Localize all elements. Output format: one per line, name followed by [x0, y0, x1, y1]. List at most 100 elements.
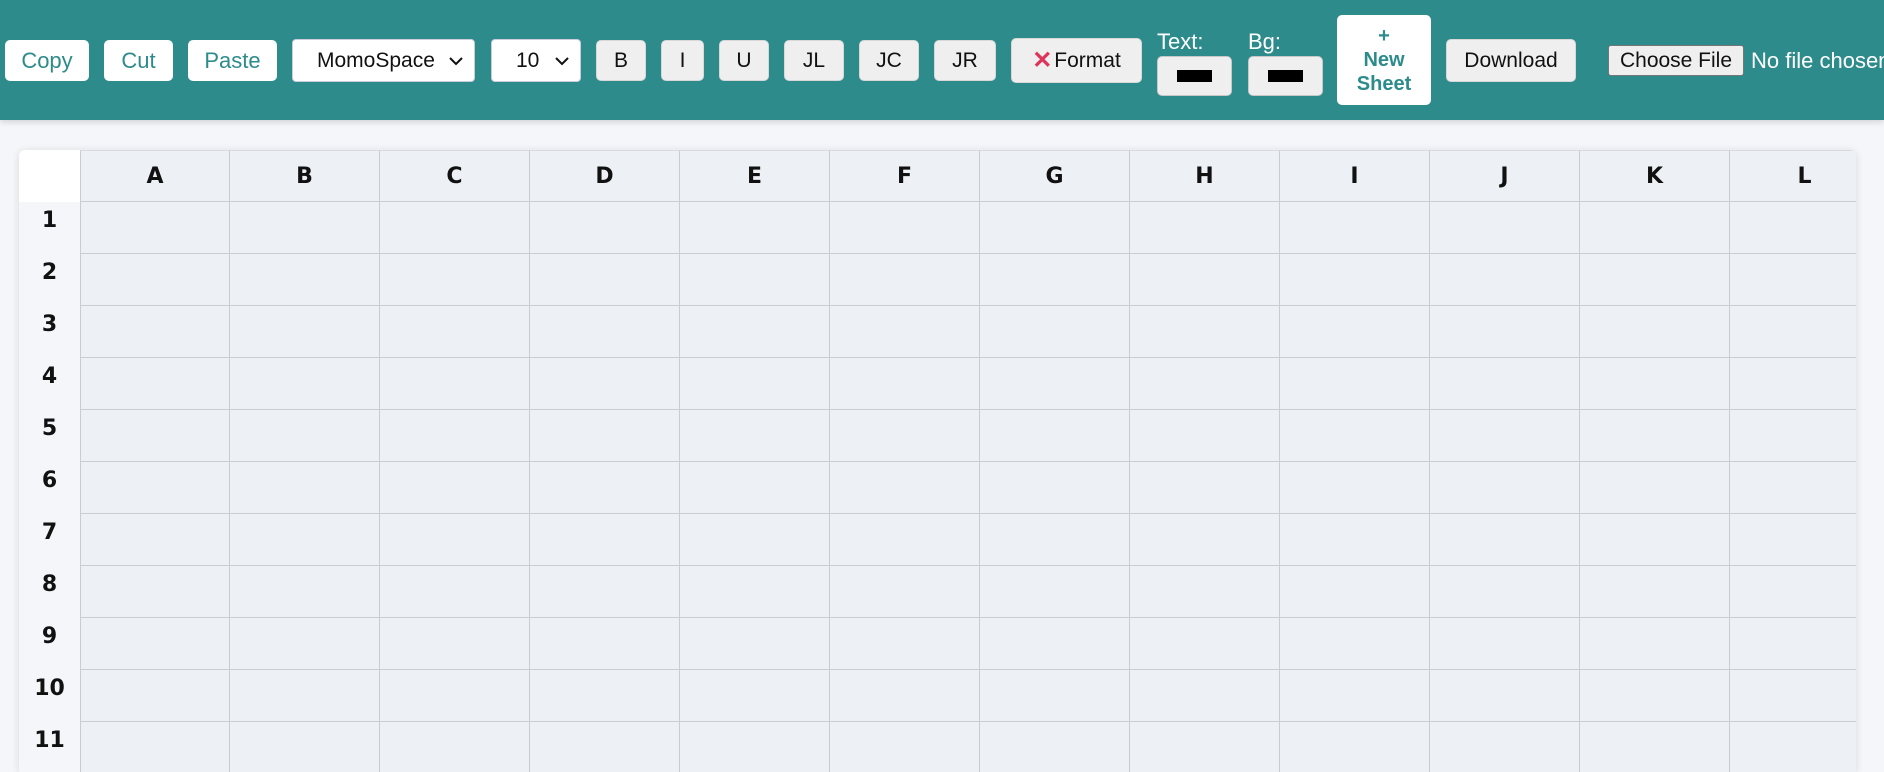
- cell-k4[interactable]: [1580, 358, 1730, 410]
- cell-c4[interactable]: [380, 358, 530, 410]
- cell-a3[interactable]: [80, 306, 230, 358]
- cell-k1[interactable]: [1580, 202, 1730, 254]
- cell-b1[interactable]: [230, 202, 380, 254]
- column-header-c[interactable]: C: [380, 150, 530, 202]
- cell-g11[interactable]: [980, 722, 1130, 772]
- cell-c7[interactable]: [380, 514, 530, 566]
- italic-button[interactable]: I: [661, 40, 704, 81]
- cell-k2[interactable]: [1580, 254, 1730, 306]
- cell-f5[interactable]: [830, 410, 980, 462]
- cell-i5[interactable]: [1280, 410, 1430, 462]
- row-header-11[interactable]: 11: [19, 722, 80, 772]
- cell-d9[interactable]: [530, 618, 680, 670]
- cell-i11[interactable]: [1280, 722, 1430, 772]
- cell-c3[interactable]: [380, 306, 530, 358]
- cell-c9[interactable]: [380, 618, 530, 670]
- cell-d10[interactable]: [530, 670, 680, 722]
- copy-button[interactable]: Copy: [5, 40, 89, 81]
- cell-l3[interactable]: [1730, 306, 1856, 358]
- cell-b11[interactable]: [230, 722, 380, 772]
- cell-a11[interactable]: [80, 722, 230, 772]
- cell-j8[interactable]: [1430, 566, 1580, 618]
- cell-c6[interactable]: [380, 462, 530, 514]
- cell-h2[interactable]: [1130, 254, 1280, 306]
- cell-c8[interactable]: [380, 566, 530, 618]
- cell-g6[interactable]: [980, 462, 1130, 514]
- cell-e1[interactable]: [680, 202, 830, 254]
- cell-b10[interactable]: [230, 670, 380, 722]
- cell-g9[interactable]: [980, 618, 1130, 670]
- cell-l4[interactable]: [1730, 358, 1856, 410]
- cell-c5[interactable]: [380, 410, 530, 462]
- cell-f4[interactable]: [830, 358, 980, 410]
- cell-h11[interactable]: [1130, 722, 1280, 772]
- cell-f6[interactable]: [830, 462, 980, 514]
- cell-j2[interactable]: [1430, 254, 1580, 306]
- cell-d3[interactable]: [530, 306, 680, 358]
- cut-button[interactable]: Cut: [104, 40, 173, 81]
- cell-d7[interactable]: [530, 514, 680, 566]
- cell-c2[interactable]: [380, 254, 530, 306]
- cell-d1[interactable]: [530, 202, 680, 254]
- cell-j11[interactable]: [1430, 722, 1580, 772]
- cell-a8[interactable]: [80, 566, 230, 618]
- cell-g5[interactable]: [980, 410, 1130, 462]
- cell-a4[interactable]: [80, 358, 230, 410]
- font-family-select[interactable]: MomoSpace: [292, 39, 475, 82]
- cell-j10[interactable]: [1430, 670, 1580, 722]
- cell-e5[interactable]: [680, 410, 830, 462]
- cell-h9[interactable]: [1130, 618, 1280, 670]
- cell-l6[interactable]: [1730, 462, 1856, 514]
- cell-k5[interactable]: [1580, 410, 1730, 462]
- cell-h8[interactable]: [1130, 566, 1280, 618]
- cell-e7[interactable]: [680, 514, 830, 566]
- cell-g8[interactable]: [980, 566, 1130, 618]
- bold-button[interactable]: B: [596, 40, 646, 81]
- text-color-picker[interactable]: [1157, 56, 1232, 96]
- clear-format-button[interactable]: ✕ Format: [1011, 38, 1142, 83]
- row-header-6[interactable]: 6: [19, 462, 80, 514]
- cell-a5[interactable]: [80, 410, 230, 462]
- column-header-g[interactable]: G: [980, 150, 1130, 202]
- cell-d6[interactable]: [530, 462, 680, 514]
- cell-i9[interactable]: [1280, 618, 1430, 670]
- cell-k7[interactable]: [1580, 514, 1730, 566]
- cell-f10[interactable]: [830, 670, 980, 722]
- cell-i8[interactable]: [1280, 566, 1430, 618]
- cell-j5[interactable]: [1430, 410, 1580, 462]
- cell-c10[interactable]: [380, 670, 530, 722]
- cell-l1[interactable]: [1730, 202, 1856, 254]
- cell-f9[interactable]: [830, 618, 980, 670]
- cell-l2[interactable]: [1730, 254, 1856, 306]
- cell-a6[interactable]: [80, 462, 230, 514]
- cell-l11[interactable]: [1730, 722, 1856, 772]
- cell-k6[interactable]: [1580, 462, 1730, 514]
- justify-center-button[interactable]: JC: [859, 40, 919, 81]
- cell-d5[interactable]: [530, 410, 680, 462]
- justify-right-button[interactable]: JR: [934, 40, 996, 81]
- cell-b6[interactable]: [230, 462, 380, 514]
- cell-a10[interactable]: [80, 670, 230, 722]
- cell-j6[interactable]: [1430, 462, 1580, 514]
- cell-i10[interactable]: [1280, 670, 1430, 722]
- column-header-b[interactable]: B: [230, 150, 380, 202]
- column-header-h[interactable]: H: [1130, 150, 1280, 202]
- cell-h3[interactable]: [1130, 306, 1280, 358]
- cell-e2[interactable]: [680, 254, 830, 306]
- cell-h4[interactable]: [1130, 358, 1280, 410]
- bg-color-picker[interactable]: [1248, 56, 1323, 96]
- cell-d8[interactable]: [530, 566, 680, 618]
- cell-a9[interactable]: [80, 618, 230, 670]
- cell-i1[interactable]: [1280, 202, 1430, 254]
- row-header-7[interactable]: 7: [19, 514, 80, 566]
- cell-a2[interactable]: [80, 254, 230, 306]
- cell-e10[interactable]: [680, 670, 830, 722]
- cell-e11[interactable]: [680, 722, 830, 772]
- cell-i2[interactable]: [1280, 254, 1430, 306]
- row-header-2[interactable]: 2: [19, 254, 80, 306]
- cell-c11[interactable]: [380, 722, 530, 772]
- cell-g10[interactable]: [980, 670, 1130, 722]
- cell-b4[interactable]: [230, 358, 380, 410]
- cell-f3[interactable]: [830, 306, 980, 358]
- column-header-a[interactable]: A: [80, 150, 230, 202]
